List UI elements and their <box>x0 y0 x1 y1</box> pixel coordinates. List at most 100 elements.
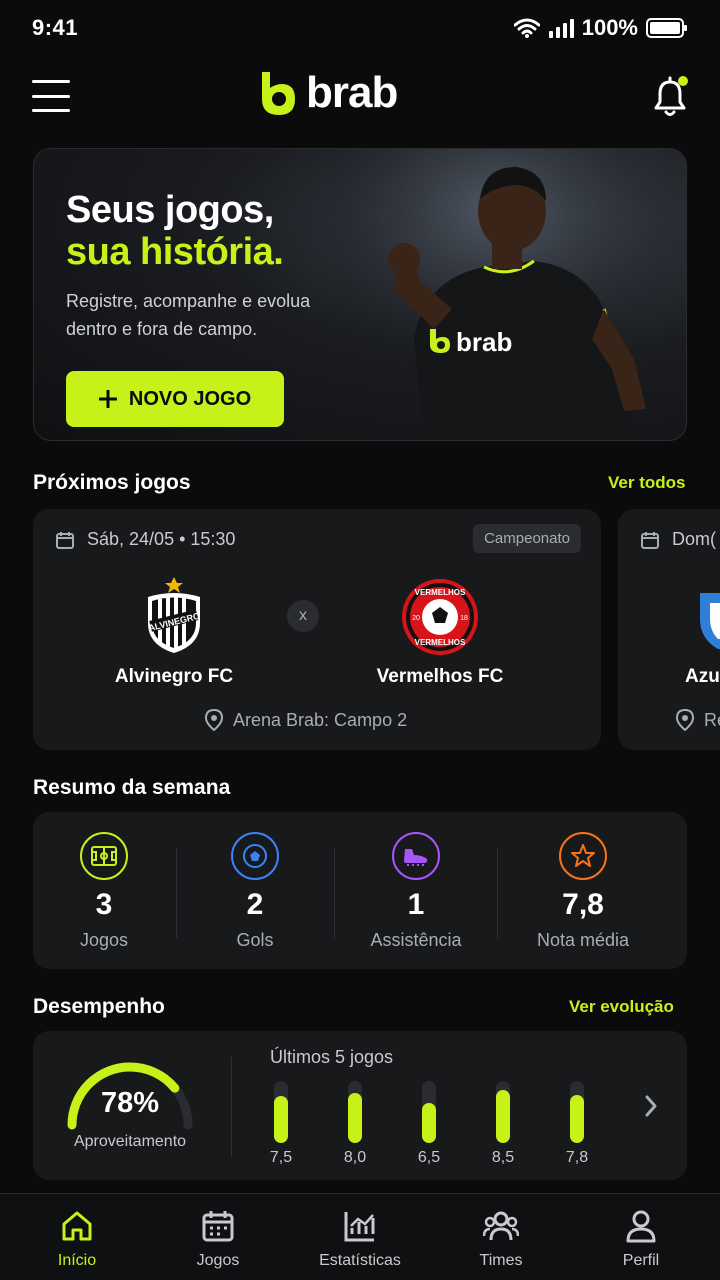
signal-icon <box>548 19 574 38</box>
next-match-date-text: Dom( <box>672 529 716 549</box>
last-games-title: Últimos 5 jogos <box>270 1047 394 1067</box>
match-tag: Campeonato <box>473 524 581 553</box>
nav-stats-label: Estatísticas <box>319 1252 401 1269</box>
game-bar-label: 7,5 <box>269 1149 293 1166</box>
upcoming-title: Próximos jogos <box>33 471 191 494</box>
vermelhos-crest-year-right: 18 <box>460 615 468 622</box>
nav-games-label: Jogos <box>196 1252 240 1269</box>
battery-percent: 100% <box>581 15 638 40</box>
game-bar <box>274 1096 288 1143</box>
performance-title: Desempenho <box>33 995 165 1018</box>
battery-icon <box>646 18 687 38</box>
menu-button[interactable] <box>32 80 70 112</box>
stat-games[interactable]: 3 Jogos <box>29 812 179 969</box>
brand-logo[interactable]: brab <box>258 68 398 118</box>
vs-badge: x <box>287 600 319 632</box>
stat-goals-label: Gols <box>236 930 274 950</box>
match-card-next[interactable]: Dom( Azu Re <box>618 509 720 750</box>
vermelhos-crest: VERMELHOS VERMELHOS 20 18 <box>402 579 478 655</box>
menu-line <box>32 80 70 83</box>
alvinegro-crest: ALVINEGRO <box>147 577 201 653</box>
hero-title-highlight: sua história. <box>66 231 284 273</box>
game-bar <box>496 1090 510 1143</box>
home-icon <box>62 1211 92 1241</box>
stat-rating[interactable]: 7,8 Nota média <box>508 812 658 969</box>
vermelhos-crest-bottom: VERMELHOS <box>415 638 466 647</box>
away-team-name: Vermelhos FC <box>376 666 504 687</box>
chart-icon <box>344 1212 375 1242</box>
see-all-link[interactable]: Ver todos <box>608 473 685 493</box>
next-team-crest <box>700 593 720 649</box>
chevron-right-icon[interactable] <box>639 1091 663 1121</box>
stat-goals[interactable]: 2 Gols <box>180 812 330 969</box>
player-illustration: brab <box>334 149 686 440</box>
nav-teams-label: Times <box>479 1252 523 1269</box>
status-indicators: 100% <box>513 15 688 41</box>
vermelhos-crest-top: VERMELHOS <box>415 588 466 597</box>
hero-banner: brab Seus jogos, sua história. Registre,… <box>33 148 687 441</box>
calendar-icon <box>641 531 659 549</box>
wifi-icon <box>513 18 540 38</box>
stat-games-label: Jogos <box>79 930 129 950</box>
next-match-date: Dom( <box>640 529 716 550</box>
app-header: brab <box>0 62 720 132</box>
stat-assists[interactable]: 1 Assistência <box>341 812 491 969</box>
stat-goals-value: 2 <box>246 888 264 921</box>
next-team-name: Azu <box>685 666 720 687</box>
notifications-button[interactable] <box>650 76 690 118</box>
nav-stats[interactable]: Estatísticas <box>288 1194 432 1280</box>
nav-games[interactable]: Jogos <box>146 1194 290 1280</box>
new-game-label: NOVO JOGO <box>128 387 252 410</box>
shirt-brand: brab <box>456 327 512 357</box>
game-bar-track <box>274 1081 288 1143</box>
hero-subtitle: Registre, acompanhe e evolua dentro e fo… <box>66 291 311 339</box>
new-game-button[interactable]: NOVO JOGO <box>66 371 284 427</box>
location-pin-icon <box>205 709 223 731</box>
stat-games-value: 3 <box>95 888 113 921</box>
stat-rating-label: Nota média <box>536 930 630 950</box>
home-team-name: Alvinegro FC <box>114 666 234 687</box>
ball-icon <box>231 832 279 880</box>
game-bar-label: 8,0 <box>343 1149 367 1166</box>
location-pin-icon <box>676 709 694 731</box>
nav-teams[interactable]: Times <box>429 1194 573 1280</box>
stat-divider <box>334 848 335 938</box>
bottom-nav: Início Jogos Estatísticas Times Perfil <box>0 1193 720 1280</box>
stat-divider <box>176 848 177 938</box>
nav-home-label: Início <box>57 1252 97 1269</box>
menu-line <box>32 94 70 98</box>
plus-icon <box>98 390 117 408</box>
performance-divider <box>231 1057 232 1157</box>
gauge-value: 78% <box>100 1087 160 1119</box>
field-icon <box>80 832 128 880</box>
game-bar-label: 6,5 <box>417 1149 441 1166</box>
game-bar-label: 7,8 <box>565 1149 589 1166</box>
match-date-text: Sáb, 24/05 • 15:30 <box>87 529 236 549</box>
game-bar-track <box>570 1081 584 1143</box>
game-bar <box>570 1095 584 1143</box>
see-evolution-link[interactable]: Ver evolução <box>569 997 674 1017</box>
boot-icon <box>392 832 440 880</box>
match-date: Sáb, 24/05 • 15:30 <box>55 529 235 550</box>
notification-dot <box>678 76 688 86</box>
next-match-venue-text: Re <box>704 709 720 730</box>
nav-home[interactable]: Início <box>5 1194 149 1280</box>
brab-logo-icon <box>262 72 295 115</box>
summary-title: Resumo da semana <box>33 776 231 799</box>
match-card[interactable]: Sáb, 24/05 • 15:30 Campeonato ALVINEGRO … <box>33 509 601 750</box>
game-bar-track <box>348 1081 362 1143</box>
weekly-summary-card: 3 Jogos 2 Gols 1 Assistência 7,8 Nota mé… <box>33 812 687 969</box>
match-venue: Arena Brab: Campo 2 <box>205 709 407 731</box>
game-bar-track <box>422 1081 436 1143</box>
team-icon <box>483 1211 519 1241</box>
stat-rating-value: 7,8 <box>562 888 604 921</box>
menu-line <box>32 109 70 112</box>
next-match-venue: Re <box>676 709 720 731</box>
nav-profile[interactable]: Perfil <box>569 1194 713 1280</box>
gauge-label: Aproveitamento <box>73 1133 187 1150</box>
profile-icon <box>626 1210 656 1243</box>
game-bar-label: 8,5 <box>491 1149 515 1166</box>
calendar-icon <box>202 1211 234 1242</box>
status-bar: 9:41 100% <box>0 0 720 56</box>
star-icon <box>559 832 607 880</box>
